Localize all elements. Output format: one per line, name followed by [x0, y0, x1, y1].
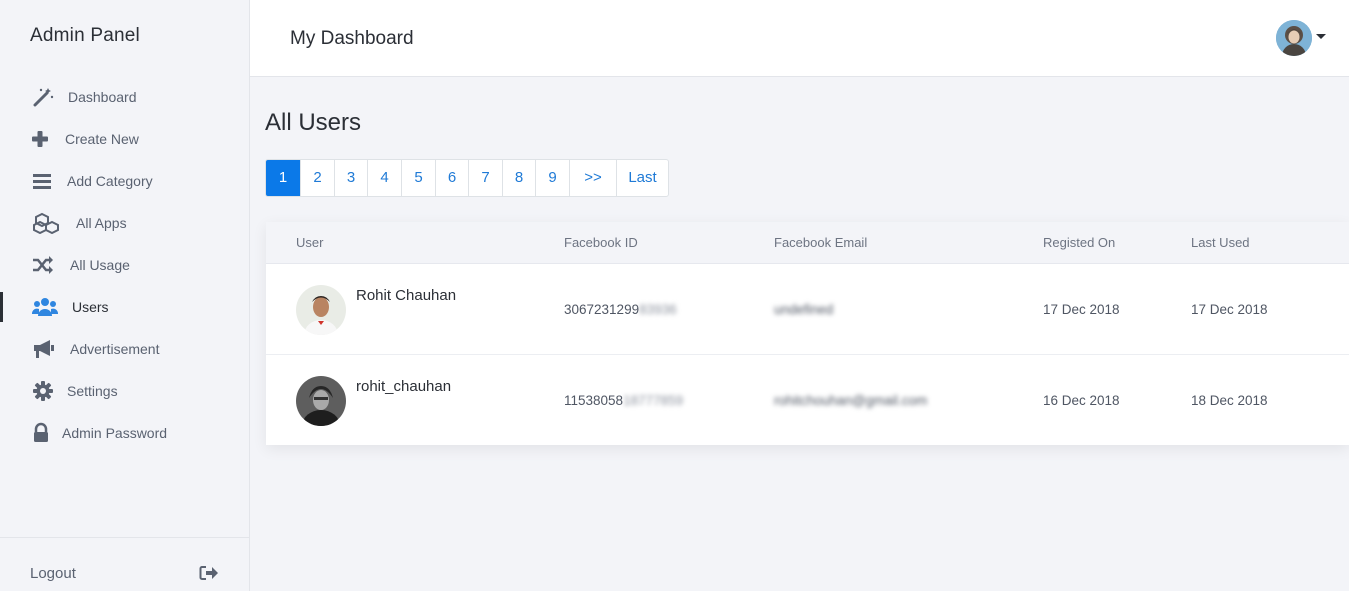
last-used-cell: 18 Dec 2018 — [1191, 393, 1268, 408]
user-photo — [296, 376, 346, 426]
column-header-user: User — [296, 235, 324, 250]
sidebar-item-label: Settings — [67, 383, 118, 399]
facebook-email-cell: undefined — [774, 302, 834, 317]
sidebar-item-label: All Usage — [70, 257, 130, 273]
sidebar-item-create-new[interactable]: Create New — [0, 118, 249, 160]
registered-on-cell: 17 Dec 2018 — [1043, 302, 1120, 317]
table-row[interactable]: rohit_chauhan 1153805818777859 rohitchou… — [266, 355, 1349, 445]
page-7[interactable]: 7 — [469, 160, 503, 196]
gear-icon — [31, 380, 55, 402]
lock-icon — [29, 422, 53, 444]
column-header-registered-on: Registed On — [1043, 235, 1116, 250]
page-1[interactable]: 1 — [266, 160, 301, 196]
page-8[interactable]: 8 — [503, 160, 536, 196]
facebook-id-visible: 11538058 — [564, 393, 624, 408]
page-3[interactable]: 3 — [335, 160, 368, 196]
sidebar: Admin Panel Dashboard Create New Add Cat… — [0, 0, 250, 591]
bars-icon — [30, 170, 54, 192]
sidebar-item-label: Add Category — [67, 173, 153, 189]
user-name: rohit_chauhan — [356, 378, 452, 395]
sidebar-nav: Dashboard Create New Add Category All Ap… — [0, 76, 249, 454]
page-4[interactable]: 4 — [368, 160, 402, 196]
sign-out-icon — [199, 565, 219, 586]
table-row[interactable]: Rohit Chauhan 306723129983936 undefined … — [266, 264, 1349, 355]
users-table: User Facebook ID Facebook Email Registed… — [266, 222, 1349, 445]
page-6[interactable]: 6 — [436, 160, 469, 196]
column-header-facebook-email: Facebook Email — [774, 235, 868, 250]
facebook-id-visible: 3067231299 — [564, 302, 640, 317]
page-title: All Users — [265, 109, 362, 136]
sidebar-item-users[interactable]: Users — [0, 286, 249, 328]
facebook-id-redacted: 18777859 — [623, 393, 684, 408]
logout-button[interactable]: Logout — [0, 537, 249, 591]
column-header-last-used: Last Used — [1191, 235, 1250, 250]
facebook-id-redacted: 83936 — [639, 302, 677, 317]
page-header-title: My Dashboard — [290, 28, 414, 49]
user-name: Rohit Chauhan — [356, 287, 457, 304]
page-9[interactable]: 9 — [536, 160, 570, 196]
user-photo — [296, 285, 346, 335]
table-header: User Facebook ID Facebook Email Registed… — [266, 222, 1349, 264]
random-icon — [31, 254, 55, 276]
sidebar-item-admin-password[interactable]: Admin Password — [0, 412, 249, 454]
facebook-id-cell: 1153805818777859 — [564, 393, 683, 408]
sidebar-item-label: Advertisement — [70, 341, 160, 357]
facebook-email-cell: rohitchouhan@gmail.com — [774, 393, 928, 408]
sidebar-item-all-usage[interactable]: All Usage — [0, 244, 249, 286]
sidebar-item-add-category[interactable]: Add Category — [0, 160, 249, 202]
page-5[interactable]: 5 — [402, 160, 436, 196]
user-avatar[interactable] — [1276, 20, 1312, 56]
page-2[interactable]: 2 — [301, 160, 335, 196]
brand-title: Admin Panel — [30, 25, 140, 46]
facebook-id-cell: 306723129983936 — [564, 302, 677, 317]
sidebar-item-label: Users — [72, 299, 109, 315]
sidebar-item-all-apps[interactable]: All Apps — [0, 202, 249, 244]
cubes-icon — [32, 212, 62, 234]
magic-wand-icon — [31, 86, 55, 108]
sidebar-item-settings[interactable]: Settings — [0, 370, 249, 412]
logout-label: Logout — [30, 565, 76, 582]
sidebar-item-dashboard[interactable]: Dashboard — [0, 76, 249, 118]
last-used-cell: 17 Dec 2018 — [1191, 302, 1268, 317]
column-header-facebook-id: Facebook ID — [564, 235, 638, 250]
sidebar-item-label: All Apps — [76, 215, 127, 231]
sidebar-item-label: Admin Password — [62, 425, 168, 441]
plus-icon — [28, 128, 52, 150]
registered-on-cell: 16 Dec 2018 — [1043, 393, 1120, 408]
page-next[interactable]: >> — [570, 160, 617, 196]
sidebar-item-label: Create New — [65, 131, 139, 147]
bullhorn-icon — [32, 338, 56, 360]
users-icon — [32, 296, 58, 318]
chevron-down-icon[interactable] — [1316, 34, 1326, 39]
sidebar-item-advertisement[interactable]: Advertisement — [0, 328, 249, 370]
sidebar-item-label: Dashboard — [68, 89, 137, 105]
pagination: 1 2 3 4 5 6 7 8 9 >> Last — [265, 159, 669, 197]
page-last[interactable]: Last — [617, 160, 668, 196]
top-header: My Dashboard — [250, 0, 1349, 77]
